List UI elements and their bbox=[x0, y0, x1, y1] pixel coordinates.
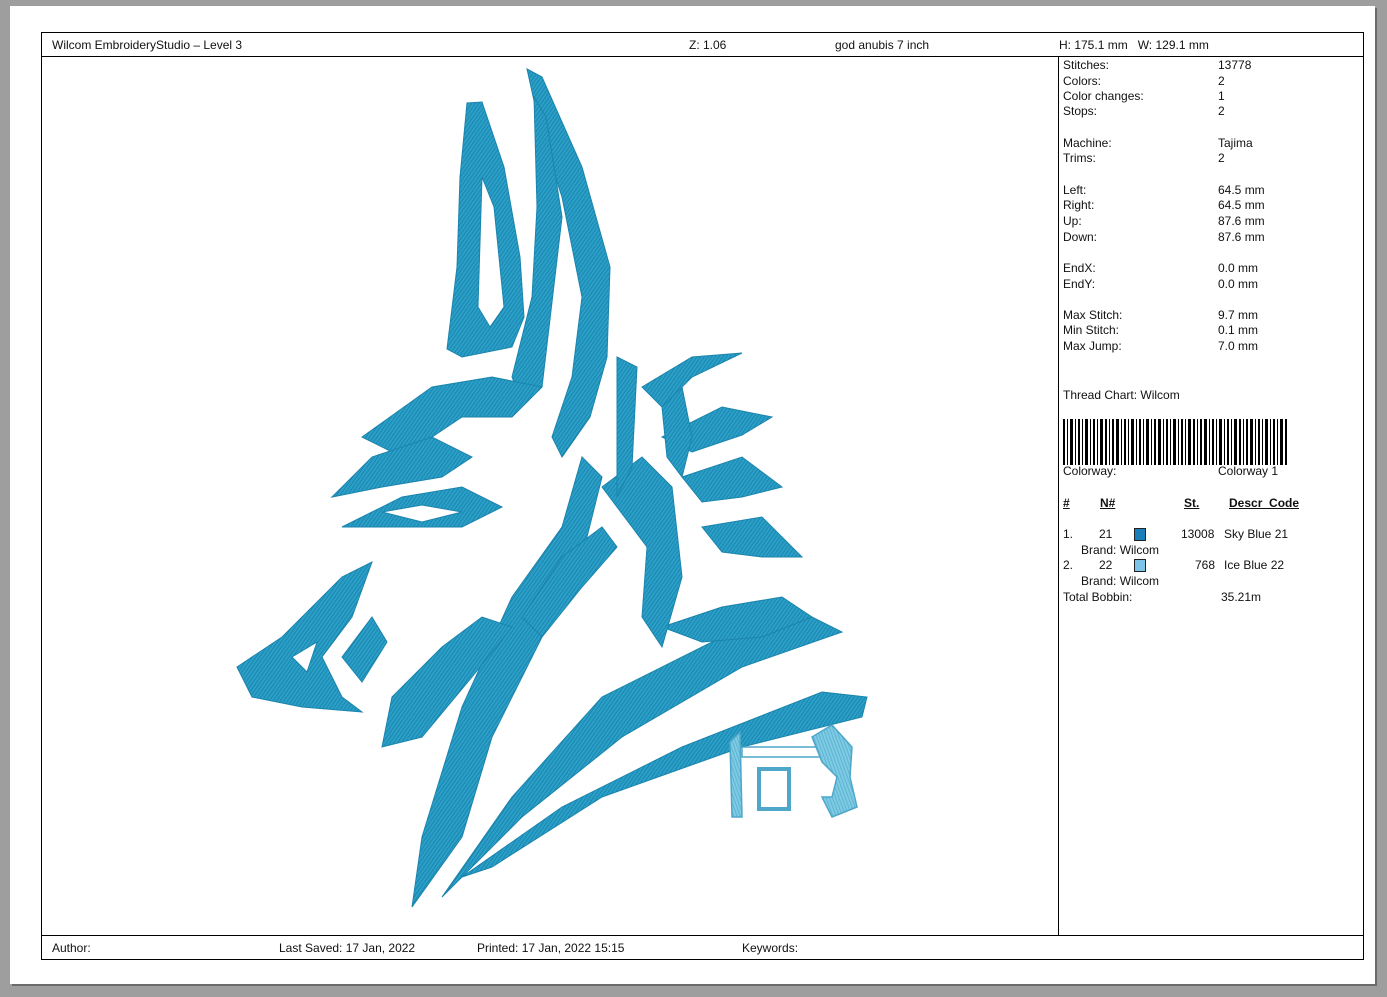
stat-stops: Stops: 2 bbox=[1063, 104, 1225, 118]
thread-swatch bbox=[1134, 559, 1146, 572]
author-label: Author: bbox=[52, 941, 91, 955]
color-table-brand: Brand: Wilcom bbox=[1081, 543, 1160, 557]
stat-endx: EndX: 0.0 mm bbox=[1063, 261, 1259, 275]
worksheet-footer: Author: Last Saved: 17 Jan, 2022 Printed… bbox=[42, 935, 1363, 959]
stat-left: Left: 64.5 mm bbox=[1063, 183, 1265, 197]
stat-endy: EndY: 0.0 mm bbox=[1063, 277, 1259, 291]
zoom-level: Z: 1.06 bbox=[689, 38, 727, 52]
barcode-image bbox=[1063, 419, 1287, 465]
stat-stitches: Stitches: 13778 bbox=[1063, 58, 1252, 72]
app-title: Wilcom EmbroideryStudio – Level 3 bbox=[52, 38, 243, 52]
color-table-row: 2. 22 768 Ice Blue 22 bbox=[1063, 558, 1285, 572]
printed-date: Printed: 17 Jan, 2022 15:15 bbox=[477, 941, 625, 955]
print-preview-page: Wilcom EmbroideryStudio – Level 3 Z: 1.0… bbox=[10, 6, 1375, 984]
design-info-panel: Stitches: 13778 Colors: 2 Color changes: 1 … bbox=[1059, 57, 1364, 935]
stat-min-stitch: Min Stitch: 0.1 mm bbox=[1063, 323, 1259, 337]
stat-max-stitch: Max Stitch: 9.7 mm bbox=[1063, 308, 1259, 322]
total-bobbin: Total Bobbin: 35.21m bbox=[1063, 590, 1262, 604]
thread-swatch bbox=[1134, 528, 1146, 541]
design-name: god anubis 7 inch bbox=[835, 38, 930, 52]
colorway: Colorway: Colorway 1 bbox=[1063, 464, 1279, 478]
thread-chart: Thread Chart: Wilcom bbox=[1063, 388, 1180, 402]
last-saved: Last Saved: 17 Jan, 2022 bbox=[279, 941, 416, 955]
color-table-brand: Brand: Wilcom bbox=[1081, 574, 1160, 588]
design-size: H: 175.1 mm W: 129.1 mm bbox=[1059, 38, 1209, 52]
worksheet-frame: Wilcom EmbroideryStudio – Level 3 Z: 1.0… bbox=[41, 32, 1364, 960]
design-preview bbox=[42, 57, 1059, 935]
stat-up: Up: 87.6 mm bbox=[1063, 214, 1265, 228]
color-table-row: 1. 21 13008 Sky Blue 21 bbox=[1063, 527, 1289, 541]
color-table-header: # N# St. Descr_Code bbox=[1063, 496, 1300, 510]
stat-colors: Colors: 2 bbox=[1063, 74, 1225, 88]
keywords-label: Keywords: bbox=[742, 941, 799, 955]
stat-machine: Machine: Tajima bbox=[1063, 136, 1253, 150]
worksheet-header: Wilcom EmbroideryStudio – Level 3 Z: 1.0… bbox=[42, 33, 1363, 57]
stat-max-jump: Max Jump: 7.0 mm bbox=[1063, 339, 1259, 353]
stat-color-changes: Color changes: 1 bbox=[1063, 89, 1225, 103]
stat-right: Right: 64.5 mm bbox=[1063, 198, 1265, 212]
stat-trims: Trims: 2 bbox=[1063, 151, 1225, 165]
anubis-embroidery-image bbox=[236, 68, 868, 908]
stat-down: Down: 87.6 mm bbox=[1063, 230, 1265, 244]
